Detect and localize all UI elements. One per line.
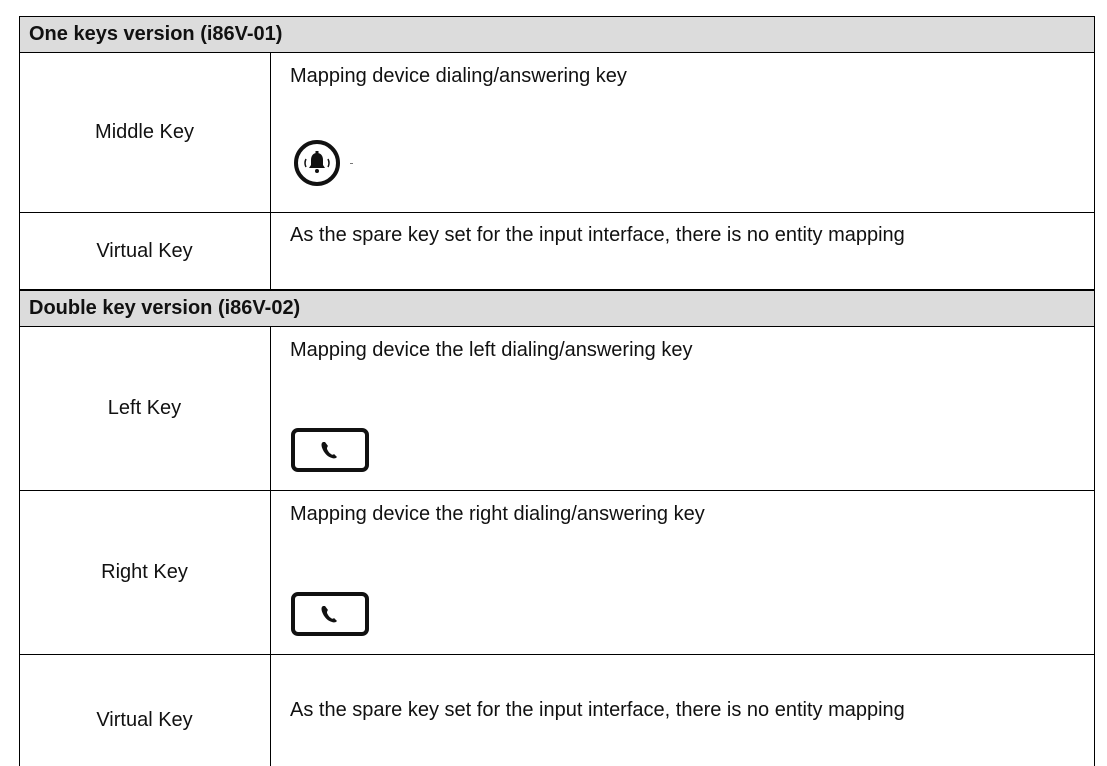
- table-row-virtual-key: Virtual Key As the spare key set for the…: [19, 655, 1095, 766]
- key-name-cell: Left Key: [19, 327, 270, 490]
- section-header-double-key: Double key version (i86V-02): [19, 290, 1095, 327]
- key-name-cell: Middle Key: [19, 53, 270, 212]
- description-cell: As the spare key set for the input inter…: [270, 213, 1095, 289]
- phone-button-icon: [290, 591, 370, 643]
- description-cell: Mapping device dialing/answering key: [270, 53, 1095, 212]
- section-title: One keys version (i86V-01): [29, 23, 283, 45]
- table-row-right-key: Right Key Mapping device the right diali…: [19, 491, 1095, 655]
- key-name: Virtual Key: [96, 239, 193, 262]
- bell-circle-icon: [290, 133, 440, 199]
- section-header-one-key: One keys version (i86V-01): [19, 16, 1095, 53]
- key-description: Mapping device the left dialing/answerin…: [290, 339, 693, 361]
- description-cell: As the spare key set for the input inter…: [270, 655, 1095, 766]
- key-name: Left Key: [107, 397, 182, 419]
- table-row-left-key: Left Key Mapping device the left dialing…: [19, 327, 1095, 491]
- description-cell: Mapping device the left dialing/answerin…: [270, 327, 1095, 490]
- key-name: Right Key: [101, 561, 188, 583]
- key-description: Mapping device the right dialing/answeri…: [290, 503, 705, 525]
- description-cell: Mapping device the right dialing/answeri…: [270, 491, 1095, 654]
- table-row-middle-key: Middle Key Mapping device dialing/answer…: [19, 53, 1095, 213]
- key-name: Virtual Key: [96, 709, 193, 731]
- section-title: Double key version (i86V-02): [29, 297, 301, 319]
- key-name-cell: Virtual Key: [19, 655, 270, 766]
- key-description: Mapping device dialing/answering key: [290, 65, 627, 87]
- table-row-virtual-key: Virtual Key As the spare key set for the…: [19, 213, 1095, 290]
- key-name-cell: Virtual Key: [19, 213, 270, 289]
- key-name-cell: Right Key: [19, 491, 270, 654]
- key-name: Middle Key: [95, 121, 194, 143]
- phone-button-icon: [290, 427, 370, 479]
- table-border-left: [19, 16, 20, 766]
- key-mapping-table: One keys version (i86V-01) Middle Key Ma…: [19, 16, 1095, 766]
- table-border-right: [1094, 16, 1095, 766]
- key-description: As the spare key set for the input inter…: [290, 224, 905, 246]
- key-description: As the spare key set for the input inter…: [290, 699, 905, 721]
